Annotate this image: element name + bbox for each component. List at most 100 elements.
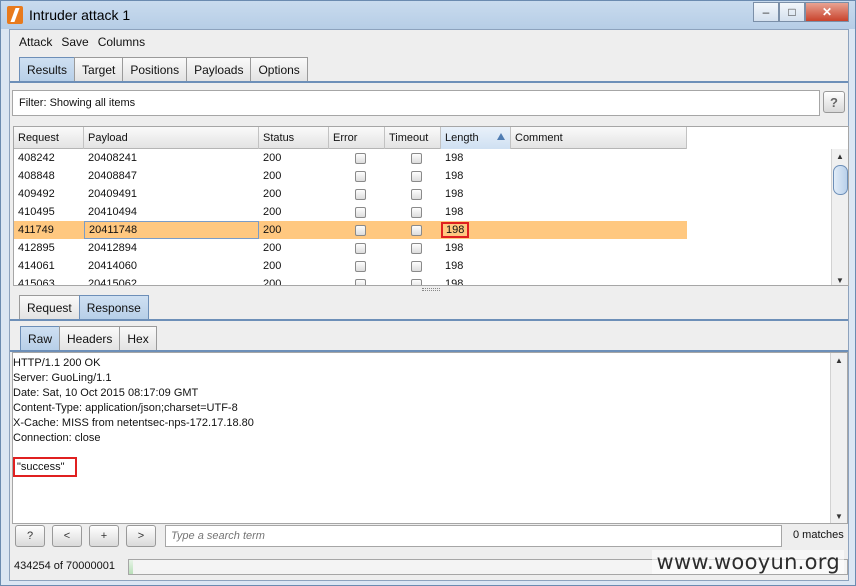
scroll-down-icon[interactable]: ▼: [831, 509, 847, 523]
maximize-button[interactable]: □: [779, 2, 805, 22]
search-prev-button[interactable]: <: [52, 525, 82, 547]
tab-payloads[interactable]: Payloads: [186, 57, 252, 81]
tab-hex[interactable]: Hex: [119, 326, 157, 350]
cell-payload: 20412894: [88, 242, 137, 254]
error-checkbox[interactable]: [355, 170, 366, 182]
error-checkbox[interactable]: [355, 260, 366, 272]
col-error[interactable]: Error: [329, 127, 385, 149]
window-title: Intruder attack 1: [29, 7, 131, 23]
top-tabs: Results Target Positions Payloads Option…: [19, 57, 308, 81]
table-header: Request Payload Status Error Timeout Len…: [14, 127, 687, 149]
timeout-checkbox[interactable]: [411, 170, 422, 182]
timeout-checkbox[interactable]: [411, 224, 422, 236]
response-viewer[interactable]: HTTP/1.1 200 OK Server: GuoLing/1.1 Date…: [12, 352, 848, 524]
table-row[interactable]: 408848 20408847 200 198: [14, 167, 687, 185]
main-panel: Attack Save Columns Results Target Posit…: [9, 29, 849, 581]
detail-tab-divider: [10, 319, 848, 321]
error-checkbox[interactable]: [355, 206, 366, 218]
tab-raw[interactable]: Raw: [20, 326, 61, 350]
search-help-button[interactable]: ?: [15, 525, 45, 547]
table-row[interactable]: 415063 20415062 200 198: [14, 275, 687, 285]
cell-request: 408242: [18, 152, 55, 164]
response-line: Date: Sat, 10 Oct 2015 08:17:09 GMT: [13, 387, 199, 399]
cell-length: 198: [445, 170, 464, 182]
error-checkbox[interactable]: [355, 278, 366, 285]
scroll-up-icon[interactable]: ▲: [832, 149, 848, 163]
filter-text: Showing all items: [49, 97, 136, 109]
response-line: HTTP/1.1 200 OK: [13, 357, 101, 369]
col-length[interactable]: Length: [441, 127, 511, 149]
menu-save[interactable]: Save: [61, 35, 88, 49]
tab-positions[interactable]: Positions: [122, 57, 188, 81]
filter-help-button[interactable]: ?: [823, 91, 845, 113]
cell-request: 411749: [18, 224, 54, 236]
scroll-down-icon[interactable]: ▼: [832, 273, 848, 285]
col-request[interactable]: Request: [14, 127, 84, 149]
cell-timeout: [385, 149, 441, 167]
timeout-checkbox[interactable]: [411, 278, 422, 285]
tab-options[interactable]: Options: [250, 57, 308, 81]
cell-status: 200: [263, 206, 282, 218]
match-count: 0 matches: [793, 529, 844, 541]
response-scrollbar[interactable]: ▲ ▼: [830, 353, 847, 523]
tab-request[interactable]: Request: [19, 295, 80, 319]
tab-headers[interactable]: Headers: [59, 326, 121, 350]
cell-payload: 20414060: [88, 260, 137, 272]
search-input[interactable]: [165, 525, 782, 547]
cell-error: [329, 257, 385, 275]
cell-request: 412895: [18, 242, 55, 254]
cell-request: 408848: [18, 170, 55, 182]
pane-splitter[interactable]: [422, 288, 440, 291]
error-checkbox[interactable]: [355, 224, 366, 236]
tab-results[interactable]: Results: [19, 57, 76, 81]
scroll-up-icon[interactable]: ▲: [831, 353, 847, 367]
cell-error: [329, 275, 385, 285]
tab-target[interactable]: Target: [74, 57, 124, 81]
watermark: www.wooyun.org: [652, 550, 844, 574]
menu-attack[interactable]: Attack: [19, 35, 52, 49]
col-status[interactable]: Status: [259, 127, 329, 149]
table-row-selected[interactable]: 411749 20411748 200 198: [14, 221, 687, 239]
filter-bar[interactable]: Filter: Showing all items: [12, 90, 820, 116]
minimize-button[interactable]: –: [753, 2, 779, 22]
burp-app-icon: [7, 6, 23, 24]
sort-ascending-icon: [497, 133, 505, 140]
search-next-button[interactable]: >: [126, 525, 156, 547]
title-bar[interactable]: Intruder attack 1 – □ ✕: [1, 1, 855, 29]
cell-error: [329, 149, 385, 167]
table-row[interactable]: 412895 20412894 200 198: [14, 239, 687, 257]
timeout-checkbox[interactable]: [411, 188, 422, 200]
cell-timeout: [385, 257, 441, 275]
cell-timeout: [385, 239, 441, 257]
col-comment[interactable]: Comment: [511, 127, 687, 149]
timeout-checkbox[interactable]: [411, 152, 422, 164]
close-button[interactable]: ✕: [805, 2, 849, 22]
response-line: Content-Type: application/json;charset=U…: [13, 402, 238, 414]
timeout-checkbox[interactable]: [411, 242, 422, 254]
error-checkbox[interactable]: [355, 152, 366, 164]
timeout-checkbox[interactable]: [411, 260, 422, 272]
table-scrollbar[interactable]: ▲ ▼: [831, 149, 848, 285]
filter-label: Filter:: [19, 97, 47, 109]
cell-status: 200: [263, 242, 282, 254]
cell-timeout: [385, 221, 441, 239]
search-add-button[interactable]: +: [89, 525, 119, 547]
col-timeout[interactable]: Timeout: [385, 127, 441, 149]
progress-text: 434254 of 70000001: [14, 560, 115, 572]
tab-response[interactable]: Response: [78, 295, 149, 319]
table-row[interactable]: 414061 20414060 200 198: [14, 257, 687, 275]
error-checkbox[interactable]: [355, 188, 366, 200]
timeout-checkbox[interactable]: [411, 206, 422, 218]
table-row[interactable]: 410495 20410494 200 198: [14, 203, 687, 221]
response-line: X-Cache: MISS from netentsec-nps-172.17.…: [13, 417, 254, 429]
col-payload[interactable]: Payload: [84, 127, 259, 149]
progress-fill: [129, 560, 134, 574]
response-line: Server: GuoLing/1.1: [13, 372, 112, 384]
table-row[interactable]: 409492 20409491 200 198: [14, 185, 687, 203]
error-checkbox[interactable]: [355, 242, 366, 254]
cell-error: [329, 185, 385, 203]
scroll-thumb[interactable]: [833, 165, 848, 195]
cell-status: 200: [263, 224, 282, 236]
menu-columns[interactable]: Columns: [98, 35, 145, 49]
table-row[interactable]: 408242 20408241 200 198: [14, 149, 687, 167]
